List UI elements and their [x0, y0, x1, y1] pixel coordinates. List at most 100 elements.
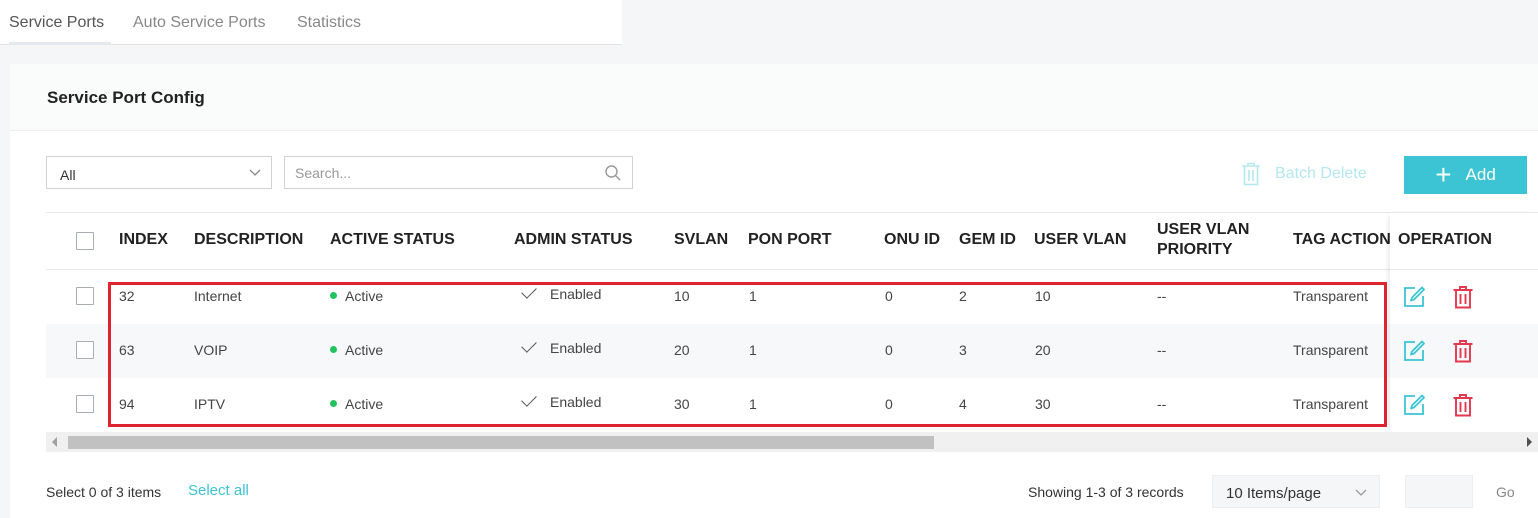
- batch-delete-label: Batch Delete: [1275, 165, 1367, 182]
- items-per-page-value: 10 Items/page: [1226, 485, 1322, 502]
- tab-service-ports[interactable]: Service Ports: [9, 14, 104, 32]
- row-checkbox[interactable]: [76, 287, 94, 305]
- batch-delete-button[interactable]: Batch Delete: [1241, 161, 1367, 187]
- header-index: INDEX: [119, 231, 168, 248]
- add-button[interactable]: + Add: [1404, 156, 1527, 194]
- cell-svlan: 10: [674, 288, 690, 304]
- active-status-text: Active: [345, 288, 384, 304]
- cell-user-vlan-priority: --: [1157, 342, 1167, 358]
- cell-admin-status: Enabled: [521, 391, 602, 410]
- header-pon-port: PON PORT: [748, 231, 832, 248]
- cell-user-vlan-priority: --: [1157, 396, 1167, 412]
- page: Service Ports Auto Service Ports Statist…: [0, 0, 1538, 518]
- admin-status-text: Enabled: [550, 394, 602, 410]
- go-button[interactable]: Go: [1496, 484, 1515, 500]
- scroll-left-arrow-icon[interactable]: [52, 437, 57, 447]
- search-box: [284, 156, 633, 189]
- cell-onu-id: 0: [885, 396, 893, 412]
- cell-admin-status: Enabled: [521, 337, 602, 356]
- header-user-vlan-priority-line1: USER VLAN: [1157, 221, 1250, 238]
- cell-user-vlan-priority: --: [1157, 288, 1167, 304]
- cell-pon-port: 1: [749, 342, 757, 358]
- chevron-down-icon: [249, 169, 261, 176]
- search-input[interactable]: [295, 163, 595, 183]
- scroll-right-arrow-icon[interactable]: [1527, 437, 1532, 447]
- cell-onu-id: 0: [885, 342, 893, 358]
- cell-gem-id: 2: [959, 288, 967, 304]
- active-status-dot: [330, 400, 337, 407]
- edit-icon[interactable]: [1402, 285, 1426, 309]
- cell-active-status: Active: [330, 342, 383, 358]
- search-icon[interactable]: [604, 164, 622, 182]
- cell-active-status: Active: [330, 396, 383, 412]
- scrollbar-thumb[interactable]: [68, 436, 934, 449]
- cell-tag-action: Transparent: [1293, 342, 1368, 358]
- admin-status-text: Enabled: [550, 286, 602, 302]
- trash-icon: [1242, 162, 1260, 186]
- select-all-checkbox[interactable]: [76, 232, 94, 250]
- active-tab-indicator: [9, 42, 111, 45]
- row-checkbox[interactable]: [76, 395, 94, 413]
- active-status-dot: [330, 292, 337, 299]
- selection-count: Select 0 of 3 items: [46, 484, 162, 500]
- tab-bar: Service Ports Auto Service Ports Statist…: [0, 0, 622, 45]
- header-user-vlan-priority-line2: PRIORITY: [1157, 241, 1233, 258]
- edit-icon[interactable]: [1402, 339, 1426, 363]
- filter-select[interactable]: All: [46, 156, 272, 189]
- horizontal-scrollbar[interactable]: [46, 432, 1538, 452]
- cell-onu-id: 0: [885, 288, 893, 304]
- trash-icon[interactable]: [1452, 339, 1474, 363]
- cell-svlan: 30: [674, 396, 690, 412]
- header-svlan: SVLAN: [674, 231, 729, 248]
- check-icon: [521, 337, 537, 353]
- active-status-text: Active: [345, 342, 384, 358]
- page-number-input[interactable]: [1405, 475, 1473, 508]
- row-checkbox[interactable]: [76, 341, 94, 359]
- table-row: 63 VOIP Active Enabled 20 1 0 3 20 -- Tr…: [46, 324, 1538, 378]
- cell-description: Internet: [194, 288, 242, 304]
- chevron-down-icon: [1355, 489, 1367, 496]
- header-tag-action: TAG ACTION: [1293, 231, 1390, 248]
- cell-tag-action: Transparent: [1293, 396, 1368, 412]
- card-title: Service Port Config: [47, 88, 205, 107]
- cell-gem-id: 4: [959, 396, 967, 412]
- header-admin-status: ADMIN STATUS: [514, 231, 633, 248]
- header-description: DESCRIPTION: [194, 231, 304, 248]
- cell-user-vlan: 10: [1035, 288, 1051, 304]
- card-header: Service Port Config: [10, 64, 1538, 131]
- trash-icon[interactable]: [1452, 393, 1474, 417]
- active-status-text: Active: [345, 396, 384, 412]
- cell-pon-port: 1: [749, 288, 757, 304]
- filter-select-value: All: [60, 167, 76, 183]
- cell-pon-port: 1: [749, 396, 757, 412]
- cell-svlan: 20: [674, 342, 690, 358]
- check-icon: [521, 283, 537, 299]
- table-row: 94 IPTV Active Enabled 30 1 0 4 30 -- Tr…: [46, 378, 1538, 432]
- header-gem-id: GEM ID: [959, 231, 1016, 248]
- cell-user-vlan: 30: [1035, 396, 1051, 412]
- add-button-label: Add: [1465, 165, 1496, 184]
- tab-statistics[interactable]: Statistics: [297, 14, 361, 32]
- select-all-link[interactable]: Select all: [188, 482, 249, 499]
- edit-icon[interactable]: [1402, 393, 1426, 417]
- header-active-status: ACTIVE STATUS: [330, 231, 455, 248]
- cell-index: 94: [119, 396, 135, 412]
- service-port-table: INDEX DESCRIPTION ACTIVE STATUS ADMIN ST…: [46, 212, 1538, 433]
- items-per-page-select[interactable]: 10 Items/page: [1212, 475, 1380, 508]
- cell-user-vlan: 20: [1035, 342, 1051, 358]
- cell-gem-id: 3: [959, 342, 967, 358]
- table-header: INDEX DESCRIPTION ACTIVE STATUS ADMIN ST…: [46, 212, 1538, 270]
- header-onu-id: ONU ID: [884, 231, 940, 248]
- cell-tag-action: Transparent: [1293, 288, 1368, 304]
- cell-active-status: Active: [330, 288, 383, 304]
- trash-icon[interactable]: [1452, 285, 1474, 309]
- plus-icon: +: [1435, 159, 1452, 190]
- active-status-dot: [330, 346, 337, 353]
- tab-auto-service-ports[interactable]: Auto Service Ports: [133, 14, 266, 32]
- table-row: 32 Internet Active Enabled 10 1 0 2 10 -…: [46, 270, 1538, 324]
- operation-column: [1390, 212, 1538, 433]
- admin-status-text: Enabled: [550, 340, 602, 356]
- cell-description: VOIP: [194, 342, 228, 358]
- cell-index: 32: [119, 288, 135, 304]
- records-summary: Showing 1-3 of 3 records: [1028, 484, 1184, 500]
